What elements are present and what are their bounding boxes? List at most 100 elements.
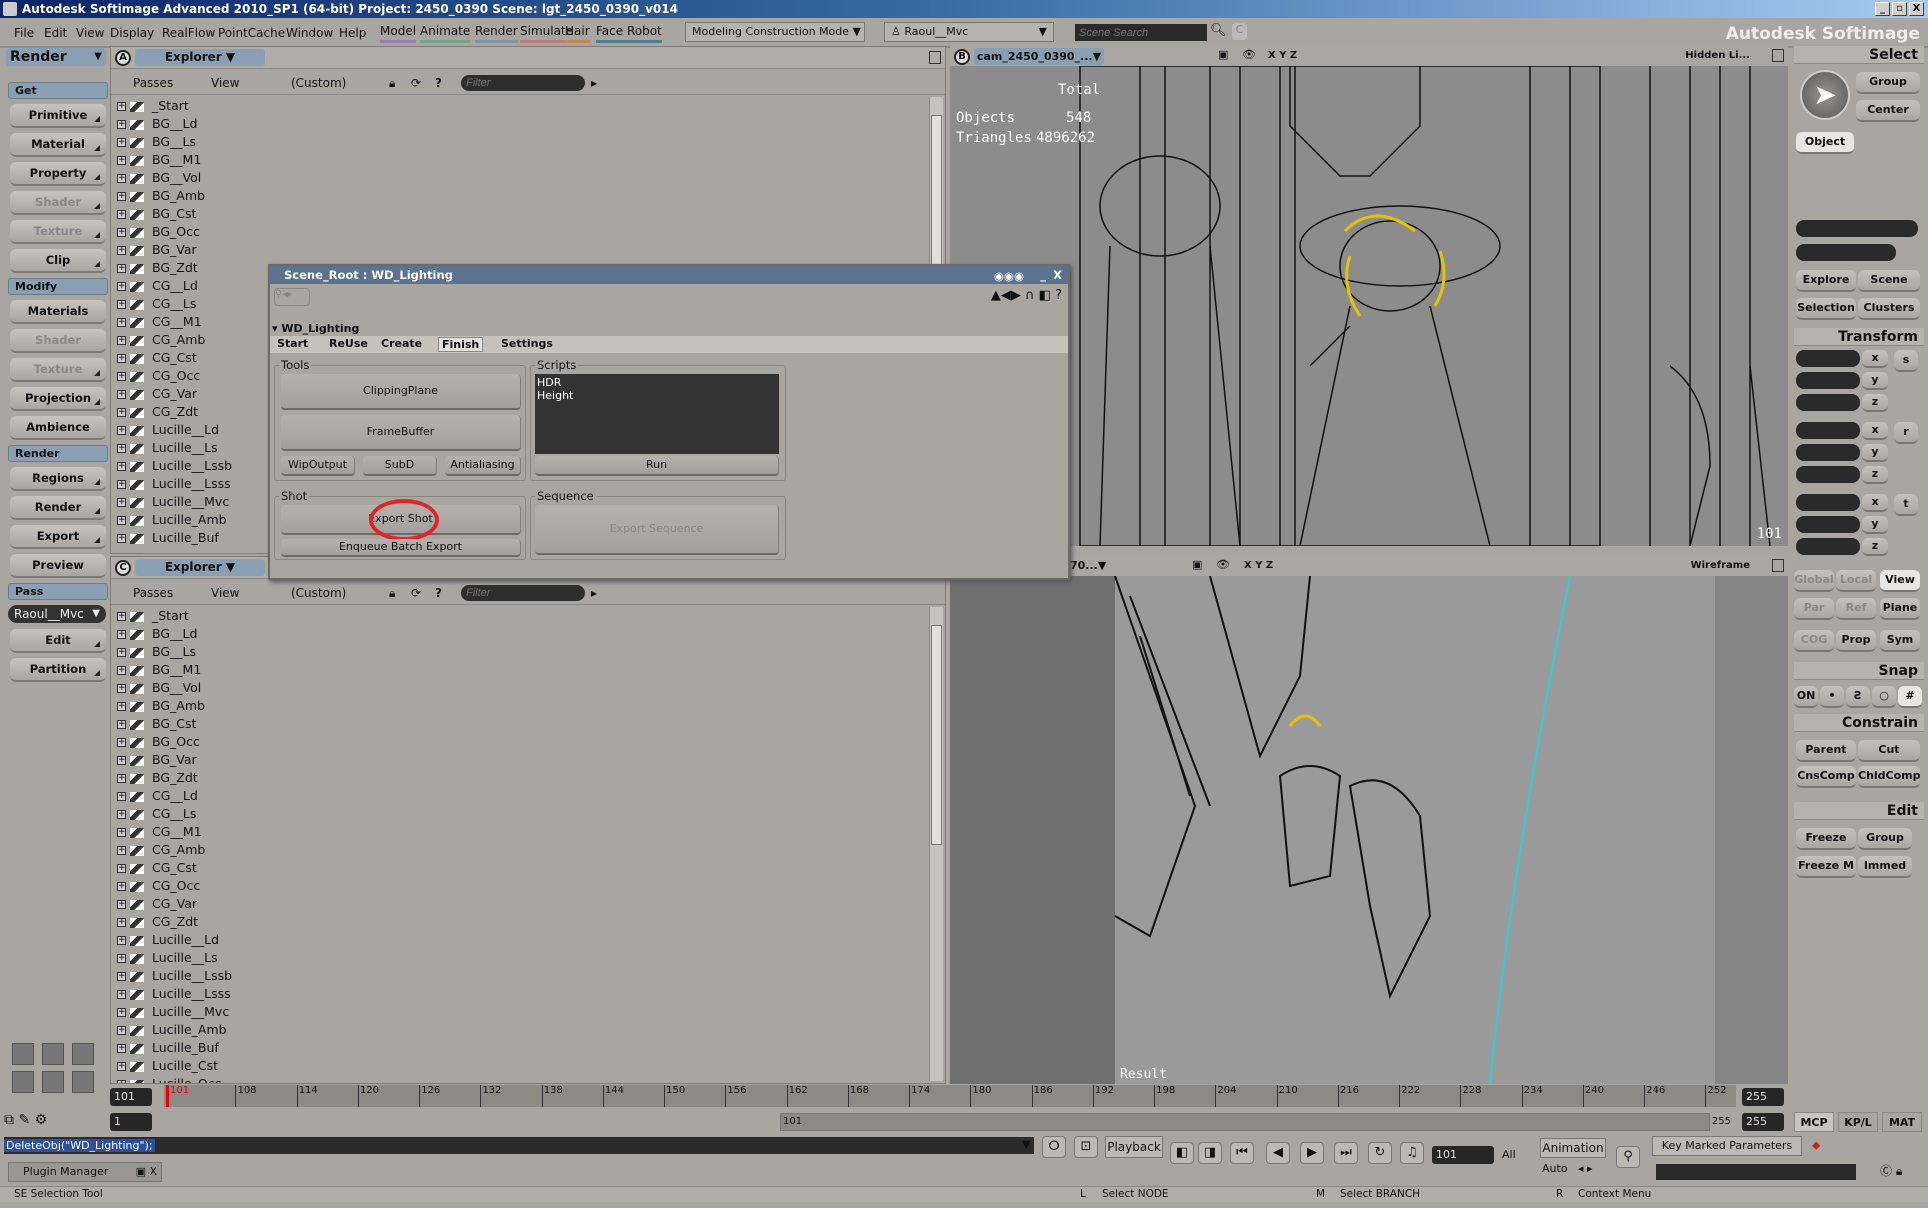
view-menu[interactable]: View	[211, 76, 239, 90]
tool-material-button[interactable]: Material	[10, 133, 106, 157]
last-frame-button[interactable]: ◨	[1198, 1142, 1222, 1164]
frame-buffer-button[interactable]: FrameBuffer	[281, 415, 521, 451]
close-tab-icon[interactable]: ▣ X	[136, 1163, 157, 1181]
pass-item[interactable]: + Lucille_Cst	[111, 1057, 927, 1075]
expand-icon[interactable]: +	[117, 756, 126, 765]
selection-button[interactable]: Selection	[1796, 298, 1856, 320]
pass-item[interactable]: + Lucille__Lsss	[111, 985, 927, 1003]
r-x-field[interactable]	[1796, 422, 1860, 439]
view-menu[interactable]: View	[211, 586, 239, 600]
tool-shader-button[interactable]: Shader	[10, 191, 106, 215]
freeze-m-button[interactable]: Freeze M	[1796, 856, 1856, 878]
pass-item[interactable]: + Lucille__Mvc	[111, 1003, 927, 1021]
layout-a-icon[interactable]	[12, 1071, 34, 1093]
expand-icon[interactable]: +	[117, 210, 126, 219]
select-object-button[interactable]: Object	[1796, 132, 1854, 154]
maximize-panel-icon[interactable]	[1772, 559, 1784, 572]
expand-icon[interactable]: +	[117, 498, 126, 507]
enqueue-batch-export-button[interactable]: Enqueue Batch Export	[281, 539, 521, 557]
expand-icon[interactable]: +	[117, 774, 126, 783]
cnscomp-button[interactable]: CnsComp	[1796, 766, 1856, 788]
transform-t-button[interactable]: t	[1894, 494, 1918, 516]
snap-surface-icon[interactable]: ○	[1872, 686, 1896, 708]
pass-item[interactable]: + CG__M1	[111, 823, 927, 841]
pass-item[interactable]: + _Start	[111, 97, 927, 115]
clipping-plane-button[interactable]: ClippingPlane	[281, 374, 521, 410]
expand-icon[interactable]: +	[117, 444, 126, 453]
s-y-field[interactable]	[1796, 372, 1860, 389]
expand-icon[interactable]: +	[117, 936, 126, 945]
first-frame-button[interactable]: ◧	[1170, 1142, 1194, 1164]
pass-item[interactable]: + BG_Var	[111, 751, 927, 769]
expand-icon[interactable]: +	[117, 1062, 126, 1071]
dialog-title-bar[interactable]: Scene_Root : WD_Lighting ◉◉◉ _ X	[270, 266, 1068, 284]
expand-icon[interactable]: +	[117, 462, 126, 471]
expand-icon[interactable]: +	[117, 1044, 126, 1053]
pass-item[interactable]: + Lucille__Lssb	[111, 967, 927, 985]
expand-icon[interactable]: +	[117, 102, 126, 111]
expand-icon[interactable]: +	[117, 828, 126, 837]
subd-button[interactable]: SubD	[363, 456, 437, 476]
toolbar-mode-dropdown[interactable]: Render ▼	[6, 48, 106, 66]
select-field-1[interactable]	[1796, 220, 1918, 237]
range-slider[interactable]: 101 255	[780, 1113, 1731, 1131]
expand-icon[interactable]: +	[117, 192, 126, 201]
module-animate[interactable]: Animate	[420, 24, 471, 43]
module-face-robot[interactable]: Face Robot	[596, 24, 662, 43]
range-start-field[interactable]: 1	[110, 1113, 152, 1131]
tool-render-button[interactable]: Render	[10, 496, 106, 520]
tab-mat[interactable]: MAT	[1882, 1112, 1922, 1132]
script-item[interactable]: HDR	[537, 376, 777, 389]
expand-icon[interactable]: +	[117, 1026, 126, 1035]
pass-item[interactable]: + CG_Cst	[111, 859, 927, 877]
parent-button[interactable]: Parent	[1796, 740, 1856, 762]
section-get[interactable]: Get	[8, 82, 108, 99]
display-mode-menu[interactable]: Hidden Li...	[1685, 50, 1750, 61]
expand-icon[interactable]: +	[117, 336, 126, 345]
tool-projection-button[interactable]: Projection	[10, 387, 106, 411]
viewport-b-letter[interactable]: B	[954, 49, 970, 65]
camera-select[interactable]: 70...▼	[1070, 559, 1106, 572]
tool-clip-button[interactable]: Clip	[10, 249, 106, 273]
immed-button[interactable]: Immed	[1858, 856, 1912, 878]
module-model[interactable]: Model	[380, 24, 417, 43]
s-x-axis-button[interactable]: x	[1862, 350, 1888, 368]
expand-icon[interactable]: +	[117, 972, 126, 981]
expand-icon[interactable]: +	[117, 720, 126, 729]
maximize-button[interactable]: ▫	[1892, 2, 1907, 16]
refresh-icon[interactable]: ⟳	[411, 76, 421, 90]
expand-icon[interactable]: +	[117, 954, 126, 963]
tool-property-button[interactable]: Property	[10, 162, 106, 186]
pass-item[interactable]: + BG_Occ	[111, 733, 927, 751]
tool-export-button[interactable]: Export	[10, 525, 106, 549]
t-y-axis-button[interactable]: y	[1862, 516, 1888, 534]
pass-item[interactable]: + BG_Occ	[111, 223, 927, 241]
transform-s-button[interactable]: s	[1894, 350, 1918, 372]
section-modify[interactable]: Modify	[8, 278, 108, 295]
filter-go-icon[interactable]: ▸	[591, 586, 597, 600]
expand-icon[interactable]: +	[117, 1008, 126, 1017]
snap-curve-icon[interactable]: Ƨ	[1846, 686, 1870, 708]
step-back-button[interactable]: ◀	[1266, 1142, 1290, 1164]
scripts-list[interactable]: HDR Height	[535, 374, 779, 454]
layout-c-icon[interactable]	[72, 1071, 94, 1093]
select-group-button[interactable]: Group	[1856, 72, 1920, 94]
tool-ambience-button[interactable]: Ambience	[10, 416, 106, 440]
tab-settings[interactable]: Settings	[498, 337, 556, 350]
pass-item[interactable]: + CG__Ls	[111, 805, 927, 823]
r-z-axis-button[interactable]: z	[1862, 466, 1888, 484]
camera-icon[interactable]: ▣	[1192, 558, 1202, 571]
tab-reuse[interactable]: ReUse	[326, 337, 371, 350]
scene-search-input[interactable]	[1075, 24, 1207, 41]
pass-item[interactable]: + Lucille_Occ	[111, 1075, 927, 1083]
tool-texture-button[interactable]: Texture	[10, 220, 106, 244]
expand-icon[interactable]: +	[117, 792, 126, 801]
viewport-a-letter[interactable]: A	[115, 50, 131, 66]
expand-icon[interactable]: +	[117, 300, 126, 309]
prop-button[interactable]: Prop	[1836, 630, 1876, 652]
layout-b-icon[interactable]	[42, 1071, 64, 1093]
explorer-c-scrollbar[interactable]	[929, 607, 943, 1081]
t-x-field[interactable]	[1796, 494, 1860, 511]
transform-header[interactable]: Transform	[1794, 328, 1924, 346]
expand-icon[interactable]: +	[117, 918, 126, 927]
